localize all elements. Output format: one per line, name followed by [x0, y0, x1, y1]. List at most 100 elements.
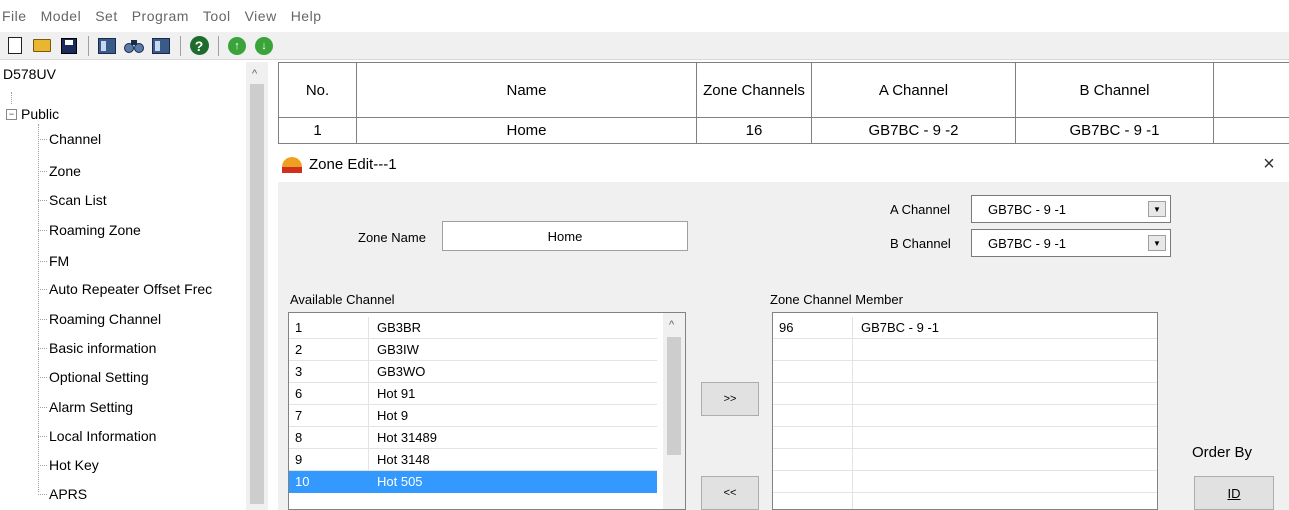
available-channel-label: Available Channel — [290, 292, 395, 307]
order-by-id-button[interactable]: ID — [1194, 476, 1274, 510]
order-by-label: Order By — [1192, 444, 1253, 461]
tree-item-alarm-setting[interactable]: Alarm Setting — [38, 396, 133, 418]
list-item — [773, 471, 1157, 493]
column-header-no[interactable]: No. — [278, 62, 357, 118]
b-channel-select[interactable]: GB7BC - 9 -1 ▼ — [971, 229, 1171, 257]
download-button[interactable]: ↓ — [253, 35, 275, 57]
list-item[interactable]: 8 Hot 31489 — [289, 427, 657, 449]
column-header-name[interactable]: Name — [357, 62, 697, 118]
column-header-a-channel[interactable]: A Channel — [812, 62, 1016, 118]
list-item[interactable]: 96 GB7BC - 9 -1 — [773, 317, 1157, 339]
tree-item-optional-setting[interactable]: Optional Setting — [38, 366, 149, 388]
cell-zone-channels[interactable]: 16 — [697, 118, 812, 144]
help-icon: ? — [189, 36, 209, 55]
add-to-zone-button[interactable]: >> — [701, 382, 759, 416]
menu-view[interactable]: View — [245, 8, 277, 24]
menu-set[interactable]: Set — [95, 8, 118, 24]
read-from-radio-button[interactable] — [96, 35, 118, 57]
channel-find-button[interactable] — [123, 35, 145, 57]
list-item-selected[interactable]: 10 Hot 505 — [289, 471, 657, 493]
navigation-tree: D578UV − Public Channel Zone Scan List R… — [0, 62, 268, 510]
table-header-row: No. Name Zone Channels A Channel B Chann… — [278, 62, 1289, 118]
tree-group-public[interactable]: − Public — [6, 106, 59, 122]
list-item[interactable]: 2 GB3IW — [289, 339, 657, 361]
list-item[interactable]: 9 Hot 3148 — [289, 449, 657, 471]
zone-channel-member-list[interactable]: 96 GB7BC - 9 -1 — [772, 312, 1158, 510]
close-icon[interactable]: × — [1257, 152, 1281, 176]
b-channel-value: GB7BC - 9 -1 — [988, 236, 1067, 251]
cell-a-channel[interactable]: GB7BC - 9 -2 — [812, 118, 1016, 144]
write-to-radio-icon — [152, 37, 170, 54]
save-icon — [61, 37, 77, 54]
tree-item-roaming-channel[interactable]: Roaming Channel — [38, 308, 161, 330]
tree-connector — [11, 92, 12, 104]
tree-scrollbar[interactable]: ^ — [246, 62, 268, 510]
list-item — [773, 449, 1157, 471]
tree-item-auto-repeater-offset[interactable]: Auto Repeater Offset Frec — [38, 278, 212, 300]
table-row[interactable]: 1 Home 16 GB7BC - 9 -2 GB7BC - 9 -1 — [278, 118, 1289, 144]
a-channel-select[interactable]: GB7BC - 9 -1 ▼ — [971, 195, 1171, 223]
dialog-title-bar[interactable]: Zone Edit---1 × — [278, 146, 1289, 182]
tree-item-channel[interactable]: Channel — [38, 128, 101, 150]
zone-name-input[interactable]: Home — [442, 221, 688, 251]
new-file-icon — [8, 37, 22, 54]
tree-item-aprs[interactable]: APRS — [38, 483, 87, 505]
tree-item-basic-information[interactable]: Basic information — [38, 337, 156, 359]
column-header-b-channel[interactable]: B Channel — [1016, 62, 1214, 118]
zone-edit-dialog: Zone Edit---1 × Zone Name Home A Channel… — [278, 146, 1289, 510]
download-icon: ↓ — [255, 36, 273, 55]
tree-item-local-information[interactable]: Local Information — [38, 425, 156, 447]
list-item — [773, 361, 1157, 383]
save-button[interactable] — [58, 35, 80, 57]
chevron-down-icon[interactable]: ▼ — [1148, 235, 1166, 251]
scroll-up-icon[interactable]: ^ — [252, 68, 257, 80]
list-item[interactable]: 6 Hot 91 — [289, 383, 657, 405]
menu-bar: File Model Set Program Tool View Help — [0, 0, 1289, 32]
list-item[interactable]: 1 GB3BR — [289, 317, 657, 339]
a-channel-value: GB7BC - 9 -1 — [988, 202, 1067, 217]
list-item — [773, 339, 1157, 361]
tree-item-fm[interactable]: FM — [38, 250, 69, 272]
menu-file[interactable]: File — [2, 8, 27, 24]
open-file-button[interactable] — [31, 35, 53, 57]
upload-button[interactable]: ↑ — [226, 35, 248, 57]
zone-channel-member-label: Zone Channel Member — [770, 292, 903, 307]
tree-root-model[interactable]: D578UV — [3, 66, 56, 82]
list-item — [773, 493, 1157, 509]
menu-help[interactable]: Help — [291, 8, 322, 24]
zone-name-label: Zone Name — [358, 230, 426, 245]
chevron-down-icon[interactable]: ▼ — [1148, 201, 1166, 217]
column-header-zone-channels[interactable]: Zone Channels — [697, 62, 812, 118]
list-item[interactable]: 7 Hot 9 — [289, 405, 657, 427]
a-channel-label: A Channel — [890, 202, 950, 217]
cell-name[interactable]: Home — [357, 118, 697, 144]
tree-group-label: Public — [21, 106, 60, 122]
scrollbar-thumb[interactable] — [250, 84, 264, 504]
b-channel-label: B Channel — [890, 236, 951, 251]
read-from-radio-icon — [98, 37, 116, 54]
menu-program[interactable]: Program — [132, 8, 189, 24]
write-to-radio-button[interactable] — [150, 35, 172, 57]
scroll-up-icon[interactable]: ^ — [669, 319, 674, 331]
scrollbar-thumb[interactable] — [667, 337, 681, 455]
menu-tool[interactable]: Tool — [203, 8, 231, 24]
tree-item-zone[interactable]: Zone — [38, 160, 81, 182]
toolbar: ? ↑ ↓ — [0, 32, 1289, 60]
menu-model[interactable]: Model — [41, 8, 82, 24]
cell-b-channel[interactable]: GB7BC - 9 -1 — [1016, 118, 1214, 144]
available-list-scrollbar[interactable]: ^ — [663, 313, 685, 509]
dialog-title: Zone Edit---1 — [309, 155, 397, 173]
cell-no[interactable]: 1 — [278, 118, 357, 144]
tree-item-hot-key[interactable]: Hot Key — [38, 454, 99, 476]
help-button[interactable]: ? — [188, 35, 210, 57]
toolbar-separator — [88, 35, 89, 56]
available-channel-list[interactable]: 1 GB3BR 2 GB3IW 3 GB3WO 6 Hot 91 7 Hot 9 8 Hot… — [288, 312, 686, 510]
new-file-button[interactable] — [4, 35, 26, 57]
list-item[interactable]: 3 GB3WO — [289, 361, 657, 383]
remove-from-zone-button[interactable]: << — [701, 476, 759, 510]
collapse-icon[interactable]: − — [6, 108, 17, 120]
toolbar-separator — [218, 35, 219, 56]
tree-item-roaming-zone[interactable]: Roaming Zone — [38, 219, 141, 241]
tree-item-scan-list[interactable]: Scan List — [38, 189, 107, 211]
toolbar-separator — [180, 35, 181, 56]
